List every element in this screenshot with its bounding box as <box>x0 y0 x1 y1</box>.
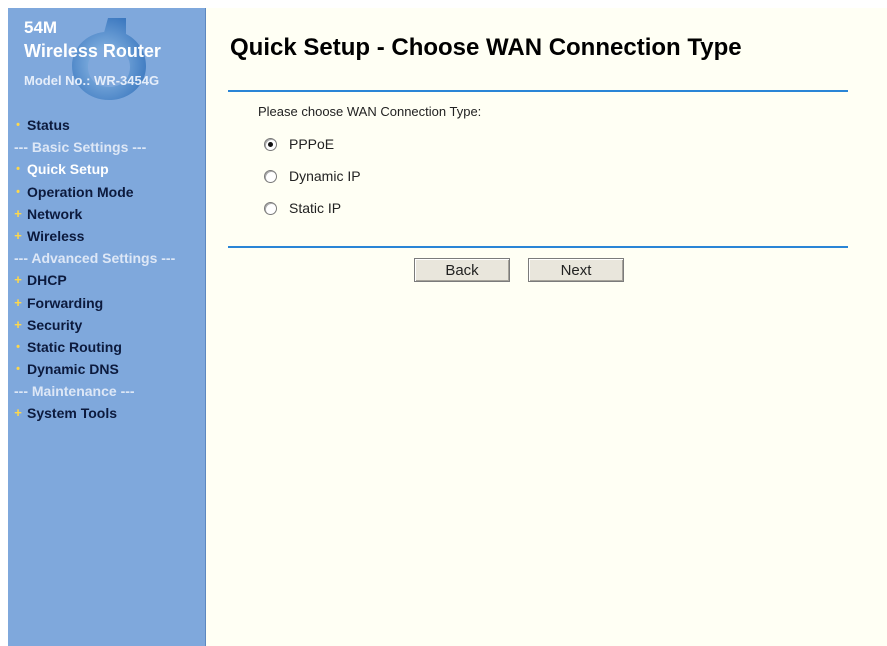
sidebar-item-status[interactable]: • Status <box>8 114 205 136</box>
divider-bottom <box>228 246 848 248</box>
back-button[interactable]: Back <box>414 258 510 282</box>
radio-dynamic-ip[interactable] <box>264 169 277 183</box>
option-label: Dynamic IP <box>289 168 361 184</box>
sidebar-item-system-tools[interactable]: + System Tools <box>8 402 205 424</box>
sidebar-item-operation-mode[interactable]: • Operation Mode <box>8 181 205 203</box>
option-label: Static IP <box>289 200 342 216</box>
main-content: Quick Setup - Choose WAN Connection Type… <box>206 8 887 646</box>
divider-top <box>228 90 848 92</box>
dot-bullet-icon: • <box>16 119 20 131</box>
sidebar: 54M Wireless Router Model No.: WR-3454G … <box>8 8 206 646</box>
window-top-edge <box>0 0 887 8</box>
dot-bullet-icon: • <box>16 363 20 376</box>
plus-expand-icon: + <box>14 405 22 421</box>
sidebar-section-label: --- Maintenance --- <box>14 383 135 400</box>
dot-bullet-icon: • <box>16 340 20 353</box>
sidebar-item-label: Quick Setup <box>27 161 109 178</box>
option-label: PPPoE <box>289 136 335 152</box>
sidebar-item-label: Forwarding <box>27 294 104 311</box>
dot-bullet-icon: • <box>16 163 20 176</box>
sidebar-item-dynamic-dns[interactable]: • Dynamic DNS <box>8 358 205 380</box>
radio-pppoe[interactable] <box>264 137 277 151</box>
brand-speed: 54M <box>24 18 58 37</box>
plus-expand-icon: + <box>14 294 22 310</box>
sidebar-item-dhcp[interactable]: + DHCP <box>8 269 205 291</box>
sidebar-item-label: Operation Mode <box>27 183 134 200</box>
sidebar-section-advanced: --- Advanced Settings --- <box>8 247 205 269</box>
sidebar-item-quick-setup[interactable]: • Quick Setup <box>8 158 205 180</box>
option-dynamic-ip[interactable]: Dynamic IP <box>264 166 361 186</box>
option-pppoe[interactable]: PPPoE <box>264 134 334 154</box>
sidebar-item-label: Wireless <box>27 227 85 244</box>
plus-expand-icon: + <box>14 316 22 332</box>
option-static-ip[interactable]: Static IP <box>264 198 341 218</box>
sidebar-item-label: Static Routing <box>27 338 122 355</box>
sidebar-section-basic: --- Basic Settings --- <box>8 136 205 158</box>
sidebar-item-static-routing[interactable]: • Static Routing <box>8 336 205 358</box>
radio-static-ip[interactable] <box>264 201 277 215</box>
sidebar-item-security[interactable]: + Security <box>8 314 205 336</box>
sidebar-item-label: Status <box>27 117 70 133</box>
sidebar-item-label: Dynamic DNS <box>27 361 119 378</box>
sidebar-item-label: Security <box>27 316 83 333</box>
plus-expand-icon: + <box>14 272 22 288</box>
sidebar-item-network[interactable]: + Network <box>8 203 205 225</box>
sidebar-section-maintenance: --- Maintenance --- <box>8 380 205 402</box>
brand-header: 54M Wireless Router Model No.: WR-3454G <box>8 8 205 108</box>
next-button[interactable]: Next <box>528 258 624 282</box>
wan-type-prompt: Please choose WAN Connection Type: <box>258 104 482 119</box>
sidebar-menu: • Status --- Basic Settings --- • Quick Se… <box>8 114 205 425</box>
sidebar-section-label: --- Advanced Settings --- <box>14 250 176 267</box>
sidebar-section-label: --- Basic Settings --- <box>14 139 147 156</box>
dot-bullet-icon: • <box>16 185 20 198</box>
sidebar-item-label: System Tools <box>27 405 117 422</box>
sidebar-item-label: Network <box>27 205 83 222</box>
brand-product: Wireless Router <box>24 41 161 61</box>
sidebar-item-forwarding[interactable]: + Forwarding <box>8 292 205 314</box>
plus-expand-icon: + <box>14 205 22 221</box>
sidebar-item-label: DHCP <box>27 272 67 289</box>
brand-model: Model No.: WR-3454G <box>24 73 160 88</box>
page-title: Quick Setup - Choose WAN Connection Type <box>230 34 742 61</box>
sidebar-item-wireless[interactable]: + Wireless <box>8 225 205 247</box>
plus-expand-icon: + <box>14 227 22 243</box>
